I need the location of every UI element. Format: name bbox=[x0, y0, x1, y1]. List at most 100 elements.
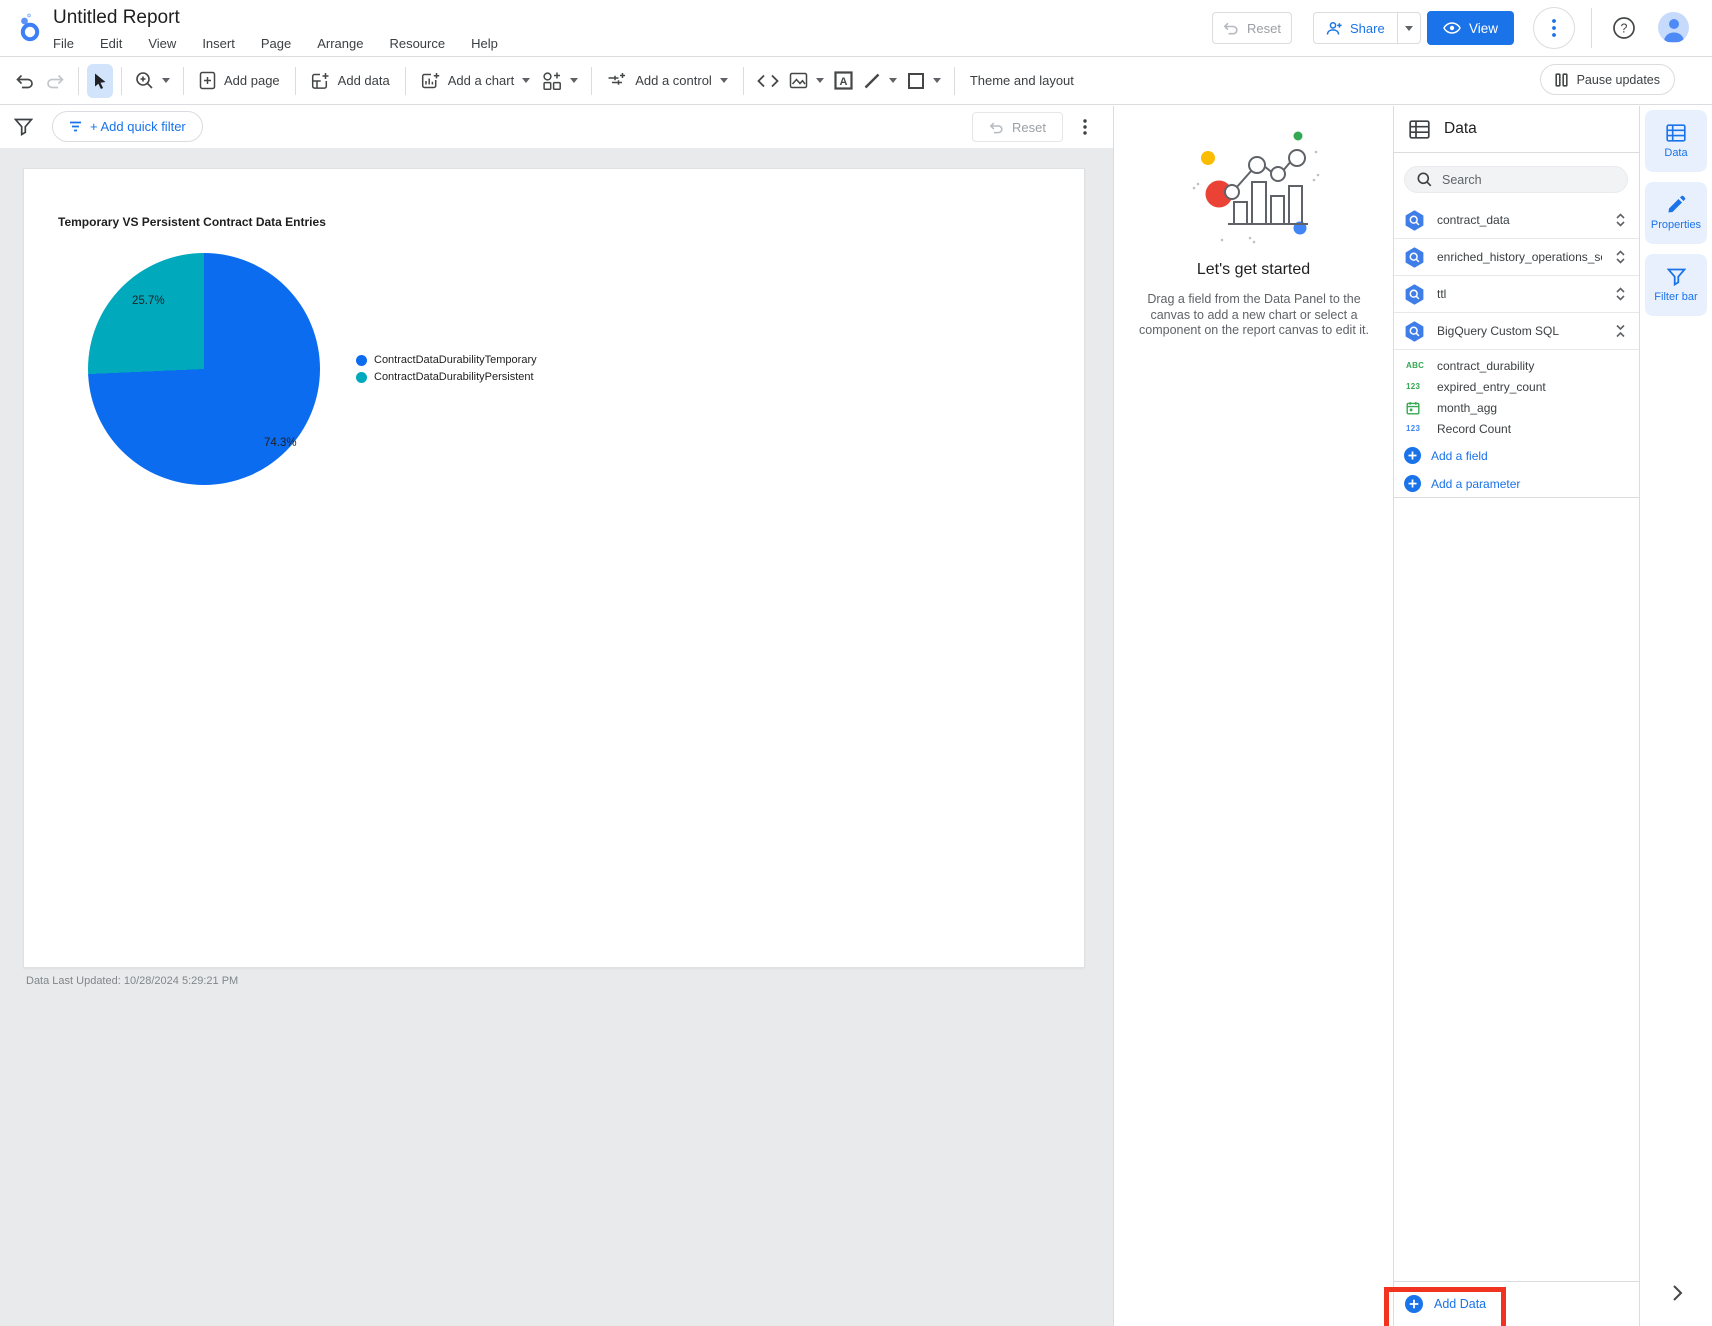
page-plus-icon bbox=[199, 71, 216, 90]
menu-help[interactable]: Help bbox=[471, 36, 498, 51]
field-name: Record Count bbox=[1437, 421, 1512, 436]
add-a-field-button[interactable]: Add a field bbox=[1394, 444, 1639, 467]
redo-button[interactable] bbox=[40, 64, 70, 98]
theme-layout-label: Theme and layout bbox=[969, 73, 1074, 88]
data-source-contract-data[interactable]: contract_data bbox=[1394, 202, 1639, 239]
add-a-parameter-button[interactable]: Add a parameter bbox=[1394, 472, 1639, 495]
report-canvas[interactable]: Temporary VS Persistent Contract Data En… bbox=[0, 148, 1113, 1326]
unfold-less-icon[interactable] bbox=[1614, 323, 1627, 339]
field-contract-durability[interactable]: ABC contract_durability bbox=[1394, 355, 1639, 376]
toolbar-divider bbox=[742, 66, 744, 95]
add-data-bottom-button[interactable]: Add Data bbox=[1405, 1295, 1486, 1313]
undo-button[interactable] bbox=[10, 64, 40, 98]
kebab-icon bbox=[1552, 19, 1556, 37]
undo-icon bbox=[16, 74, 33, 88]
filter-reset-button[interactable]: Reset bbox=[972, 112, 1063, 142]
insert-shape-button[interactable] bbox=[902, 64, 946, 98]
pause-updates-button[interactable]: Pause updates bbox=[1539, 64, 1675, 95]
share-dropdown-button[interactable] bbox=[1396, 12, 1421, 44]
filter-icon[interactable] bbox=[14, 118, 33, 136]
tab-data[interactable]: Data bbox=[1645, 110, 1707, 172]
menu-edit[interactable]: Edit bbox=[100, 36, 122, 51]
getting-started-body: Drag a field from the Data Panel to the … bbox=[1139, 292, 1369, 337]
data-source-ttl[interactable]: ttl bbox=[1394, 276, 1639, 313]
tab-filter-bar[interactable]: Filter bar bbox=[1645, 254, 1707, 316]
more-options-button[interactable] bbox=[1533, 7, 1575, 49]
looker-studio-logo-icon[interactable] bbox=[16, 13, 44, 43]
line-icon bbox=[864, 73, 880, 88]
add-control-button[interactable]: Add a control bbox=[600, 64, 735, 98]
embed-url-button[interactable] bbox=[752, 64, 784, 98]
report-page[interactable]: Temporary VS Persistent Contract Data En… bbox=[23, 168, 1085, 968]
menu-arrange[interactable]: Arrange bbox=[317, 36, 363, 51]
help-button[interactable]: ? bbox=[1612, 16, 1636, 40]
pie-chart[interactable] bbox=[88, 253, 320, 485]
add-data-bottom-label: Add Data bbox=[1434, 1297, 1487, 1311]
unfold-more-icon[interactable] bbox=[1614, 212, 1627, 228]
text-icon: A bbox=[834, 71, 853, 90]
add-data-button[interactable]: Add data bbox=[304, 64, 397, 98]
community-visualizations-button[interactable] bbox=[537, 64, 583, 98]
plus-circle-icon bbox=[1404, 447, 1421, 464]
collapse-panel-button[interactable] bbox=[1666, 1282, 1688, 1304]
number-field-icon: 123 bbox=[1406, 382, 1421, 391]
field-record-count[interactable]: 123 Record Count bbox=[1394, 418, 1639, 439]
menu-insert[interactable]: Insert bbox=[202, 36, 235, 51]
select-tool-button[interactable] bbox=[87, 63, 113, 98]
menu-view[interactable]: View bbox=[148, 36, 176, 51]
chart-legend: ContractDataDurabilityTemporary Contract… bbox=[356, 354, 537, 383]
unfold-more-icon[interactable] bbox=[1614, 249, 1627, 265]
report-title[interactable]: Untitled Report bbox=[53, 7, 180, 29]
chevron-down-icon bbox=[719, 78, 728, 83]
insert-text-button[interactable]: A bbox=[829, 64, 858, 98]
field-month-agg[interactable]: month_agg bbox=[1394, 397, 1639, 418]
legend-item[interactable]: ContractDataDurabilityTemporary bbox=[356, 354, 537, 366]
add-page-button[interactable]: Add page bbox=[192, 64, 287, 98]
insert-image-button[interactable] bbox=[784, 64, 829, 98]
add-chart-button[interactable]: Add a chart bbox=[414, 64, 538, 98]
field-expired-entry-count[interactable]: 123 expired_entry_count bbox=[1394, 376, 1639, 397]
view-button[interactable]: View bbox=[1427, 11, 1514, 45]
chevron-down-icon bbox=[815, 78, 824, 83]
legend-item[interactable]: ContractDataDurabilityPersistent bbox=[356, 371, 537, 383]
chevron-down-icon bbox=[1404, 25, 1413, 31]
cursor-icon bbox=[95, 73, 106, 89]
menu-resource[interactable]: Resource bbox=[389, 36, 445, 51]
reset-button[interactable]: Reset bbox=[1212, 12, 1292, 44]
add-control-label: Add a control bbox=[635, 73, 712, 88]
app-header: Untitled Report File Edit View Insert Pa… bbox=[0, 0, 1712, 57]
menu-page[interactable]: Page bbox=[261, 36, 291, 51]
filter-bar-more-button[interactable] bbox=[1072, 114, 1098, 140]
toolbar-divider bbox=[294, 66, 296, 95]
add-quick-filter-button[interactable]: + Add quick filter bbox=[52, 111, 203, 142]
unfold-more-icon[interactable] bbox=[1614, 286, 1627, 302]
zoom-tool-button[interactable] bbox=[130, 64, 175, 98]
data-source-bigquery-custom-sql[interactable]: BigQuery Custom SQL bbox=[1394, 313, 1639, 350]
image-icon bbox=[789, 72, 808, 89]
search-input[interactable] bbox=[1442, 172, 1602, 187]
field-name: month_agg bbox=[1437, 400, 1498, 415]
bigquery-icon bbox=[1405, 209, 1424, 231]
data-source-enriched-history[interactable]: enriched_history_operations_sorob... bbox=[1394, 239, 1639, 276]
filter-icon bbox=[1666, 268, 1686, 286]
filter-reset-label: Reset bbox=[1012, 119, 1046, 135]
data-grid-icon bbox=[1666, 123, 1686, 142]
help-icon: ? bbox=[1613, 17, 1635, 39]
share-button[interactable]: Share bbox=[1313, 12, 1397, 44]
search-box[interactable] bbox=[1404, 166, 1628, 193]
toolbar-divider bbox=[121, 66, 122, 95]
menu-file[interactable]: File bbox=[53, 36, 74, 51]
toolbar-divider bbox=[953, 66, 955, 95]
header-divider bbox=[1591, 8, 1592, 48]
data-source-name: ttl bbox=[1437, 287, 1447, 301]
tab-data-label: Data bbox=[1664, 146, 1688, 159]
tab-properties[interactable]: Properties bbox=[1645, 182, 1707, 244]
insert-line-button[interactable] bbox=[858, 64, 902, 98]
theme-and-layout-button[interactable]: Theme and layout bbox=[963, 64, 1081, 98]
eye-icon bbox=[1443, 22, 1461, 34]
panel-divider bbox=[1394, 1281, 1639, 1282]
community-viz-icon bbox=[543, 71, 562, 90]
tab-properties-label: Properties bbox=[1650, 219, 1702, 231]
user-avatar[interactable] bbox=[1658, 12, 1689, 43]
share-button-group: Share bbox=[1313, 12, 1421, 44]
